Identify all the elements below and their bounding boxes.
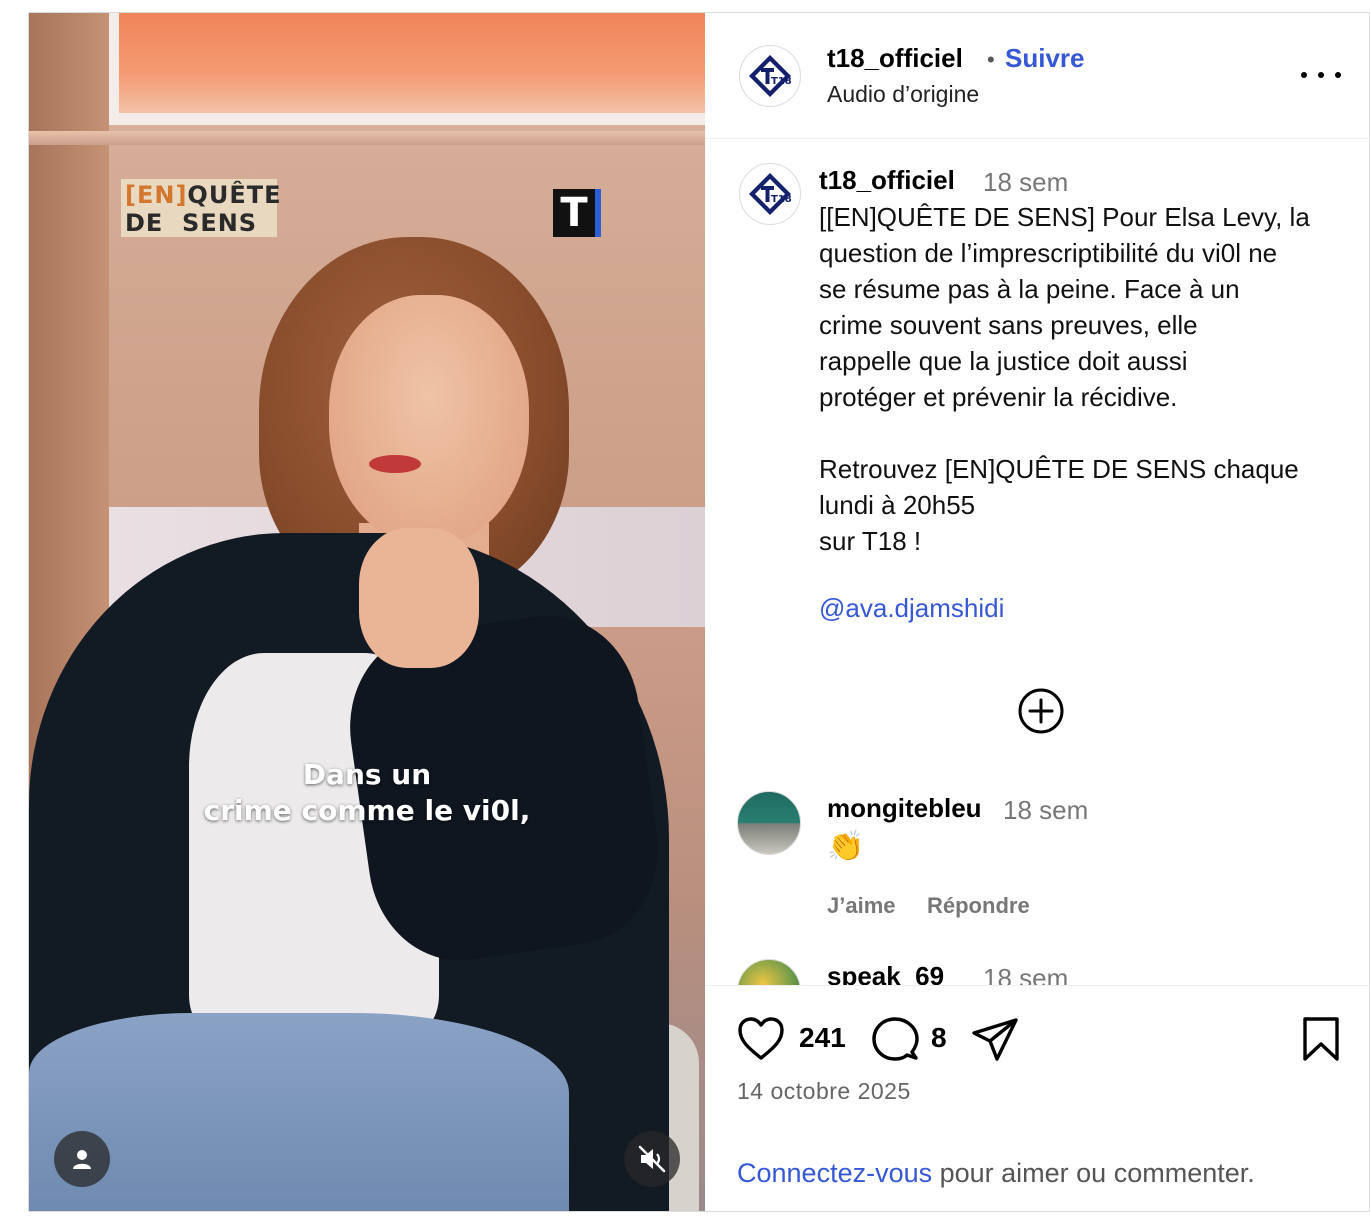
account-avatar[interactable]: T18	[739, 45, 801, 107]
user-icon	[73, 1150, 91, 1169]
plus-circle-icon	[1018, 688, 1064, 734]
like-count[interactable]: 241	[799, 1022, 846, 1054]
login-prompt-text: pour aimer ou commenter.	[932, 1158, 1255, 1188]
follow-button[interactable]: Suivre	[1005, 43, 1085, 74]
bookmark-icon[interactable]	[1301, 1016, 1341, 1062]
post-container: [EN]QUÊTE DE SENS T Dans un crime comme …	[28, 12, 1370, 1212]
load-more-comments-button[interactable]	[1017, 687, 1065, 735]
person-hand	[359, 528, 479, 668]
studio-shelf	[29, 131, 705, 145]
subtitle-line-1: Dans un	[302, 758, 432, 791]
caption-mention-link[interactable]: @ava.djamshidi	[819, 593, 1004, 624]
person-jeans	[29, 1013, 569, 1211]
caption-time: 18 sem	[983, 167, 1069, 197]
comment-time: 18 sem	[1003, 795, 1089, 825]
login-link[interactable]: Connectez-vous	[737, 1158, 932, 1188]
comment-icon[interactable]	[871, 1016, 919, 1064]
heart-icon[interactable]	[737, 1016, 785, 1062]
account-name[interactable]: t18_officiel	[827, 43, 963, 74]
studio-light-panel	[109, 13, 705, 125]
post-header: T18 t18_officiel • Suivre Audio d’origin…	[705, 13, 1369, 139]
tagged-users-button[interactable]	[54, 1131, 110, 1187]
video-subtitle: Dans un crime comme le vi0l,	[29, 757, 705, 829]
show-logo-bracket: [EN]	[125, 181, 188, 209]
more-dot	[1318, 72, 1324, 78]
caption-text: [[EN]QUÊTE DE SENS] Pour Elsa Levy, la q…	[819, 202, 1310, 556]
comment-count: 8	[931, 1022, 947, 1053]
t18-logo-icon: T18	[749, 173, 792, 215]
avatar-logo-text: T18	[771, 194, 792, 205]
channel-logo: T	[553, 189, 601, 237]
caption-author[interactable]: t18_officiel	[819, 165, 955, 196]
show-logo-line1: QUÊTE	[187, 181, 282, 209]
comment-author[interactable]: speak_69	[827, 961, 944, 985]
show-logo-line2: DE SENS	[125, 209, 258, 237]
comment-avatar[interactable]	[737, 959, 801, 985]
person-face	[329, 295, 529, 545]
caption-author-avatar[interactable]: T18	[739, 163, 801, 225]
post-details: T18 t18_officiel • Suivre Audio d’origin…	[705, 13, 1369, 1211]
share-icon[interactable]	[971, 1016, 1019, 1064]
comment-avatar[interactable]	[737, 791, 801, 855]
comment-time: 18 sem	[983, 963, 1069, 985]
post-actions: 241 8 14 octobre 2025 Connectez-vous pou…	[705, 985, 1369, 1214]
more-dot	[1335, 72, 1341, 78]
person-lips	[369, 455, 421, 473]
comment-like-button[interactable]: J’aime	[827, 893, 896, 919]
comment-reply-button[interactable]: Répondre	[927, 893, 1030, 919]
speaker-muted-icon	[638, 1145, 666, 1173]
comments-section[interactable]: T18 t18_officiel 18 sem [[EN]QUÊTE DE SE…	[705, 139, 1369, 985]
more-options-button[interactable]	[1301, 65, 1341, 85]
more-dot	[1301, 72, 1307, 78]
video-player[interactable]: [EN]QUÊTE DE SENS T Dans un crime comme …	[29, 13, 705, 1211]
avatar-logo-text: T18	[771, 76, 792, 87]
separator-dot: •	[987, 47, 995, 72]
audio-label[interactable]: Audio d’origine	[827, 81, 979, 108]
login-prompt: Connectez-vous pour aimer ou commenter.	[737, 1158, 1255, 1189]
subtitle-line-2: crime comme le vi0l,	[203, 794, 531, 827]
show-logo: [EN]QUÊTE DE SENS	[121, 179, 280, 237]
comment-author[interactable]: mongitebleu	[827, 793, 982, 824]
t18-logo-icon: T18	[749, 55, 792, 97]
mute-button[interactable]	[624, 1131, 680, 1187]
comment-text: 👏	[827, 830, 865, 863]
post-date[interactable]: 14 octobre 2025	[737, 1078, 911, 1105]
